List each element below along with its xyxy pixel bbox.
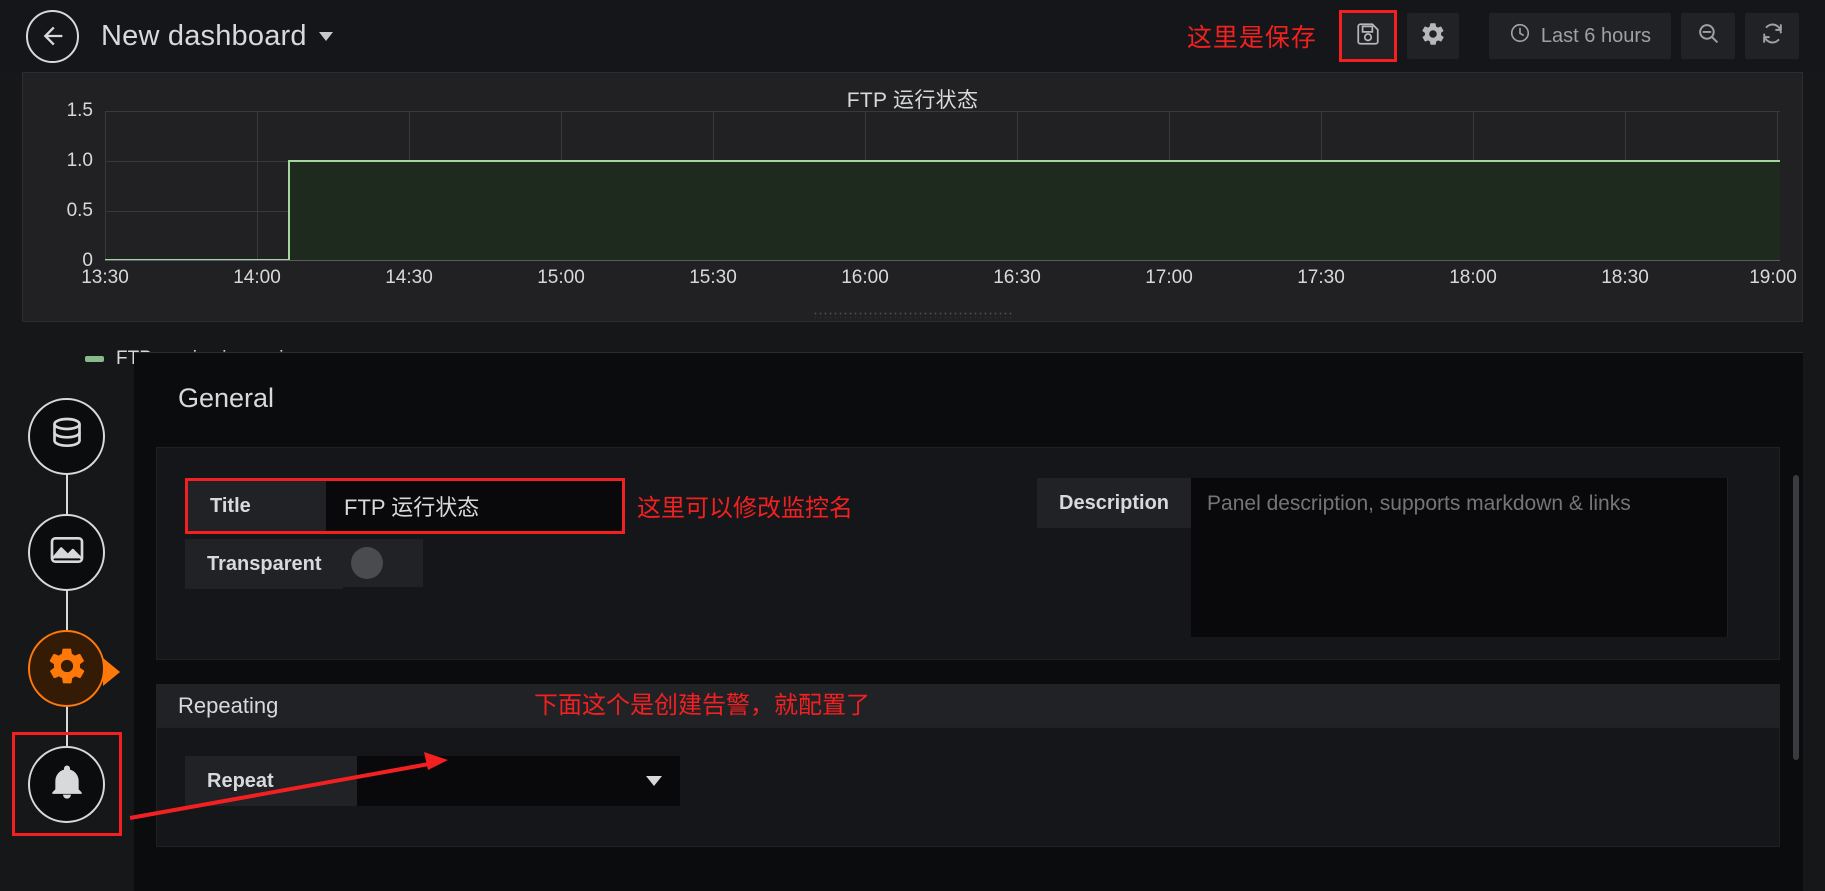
title-field-label: Title	[188, 481, 326, 531]
repeating-form-card: Repeat	[156, 727, 1780, 847]
dashboard-title[interactable]: New dashboard	[101, 20, 307, 53]
panel-resize-handle[interactable]	[812, 311, 1013, 318]
x-axis-labels: 13:30 14:00 14:30 15:00 15:30 16:00 16:3…	[81, 267, 1797, 293]
clock-icon	[1509, 22, 1531, 50]
transparent-field-row: Transparent	[185, 539, 424, 589]
graph-panel: FTP 运行状态 1.5 1.0 0.5 0 13:30 14:00 14:30…	[22, 72, 1804, 369]
general-section-title: General	[178, 383, 275, 413]
arrow-left-icon	[39, 22, 67, 50]
sidebar-item-queries[interactable]	[28, 398, 105, 475]
top-navbar: New dashboard 这里是保存 Last 6 hours	[0, 0, 1825, 72]
title-input[interactable]	[326, 481, 622, 531]
general-form-card: Title 这里可以修改监控名 Transparent Description	[156, 447, 1780, 660]
transparent-toggle[interactable]	[343, 539, 424, 587]
save-dashboard-button[interactable]	[1341, 13, 1394, 59]
x-tick-label: 19:00	[1749, 267, 1797, 288]
y-tick-label: 1.5	[66, 100, 93, 121]
description-textarea[interactable]	[1191, 478, 1729, 637]
sidebar-item-alert[interactable]	[28, 746, 105, 823]
back-button[interactable]	[26, 9, 79, 63]
panel-title[interactable]: FTP 运行状态	[23, 73, 1802, 114]
series-area-fill	[288, 160, 1780, 260]
description-field-label: Description	[1037, 478, 1192, 528]
x-tick-label: 16:30	[993, 267, 1041, 288]
chevron-down-icon[interactable]	[318, 31, 333, 41]
gridline-vertical	[257, 111, 258, 261]
transparent-field-label: Transparent	[185, 539, 344, 589]
chevron-down-icon	[646, 776, 662, 786]
x-tick-label: 17:00	[1145, 267, 1193, 288]
save-annotation-text: 这里是保存	[1186, 24, 1317, 52]
title-field-highlight: Title	[185, 478, 625, 534]
x-tick-label: 17:30	[1297, 267, 1345, 288]
database-icon	[47, 414, 87, 459]
x-tick-label: 15:30	[689, 267, 737, 288]
title-field-row: Title	[185, 478, 625, 534]
sidebar-item-visualization[interactable]	[28, 514, 105, 591]
description-field-row: Description	[1037, 478, 1729, 637]
gear-icon	[1420, 21, 1446, 52]
y-tick-label: 1.0	[66, 150, 93, 171]
y-axis-labels: 1.5 1.0 0.5 0	[23, 100, 101, 271]
x-tick-label: 18:00	[1449, 267, 1497, 288]
sidebar-item-general[interactable]	[28, 630, 105, 707]
bell-icon	[47, 762, 87, 807]
y-tick-label: 0.5	[66, 200, 93, 221]
plot-area: 1.5 1.0 0.5 0 13:30 14:00 14:30 15:00 15…	[23, 100, 1804, 293]
repeat-field-row: Repeat	[185, 756, 680, 806]
series-line	[288, 160, 1780, 162]
save-button-highlight	[1338, 10, 1397, 62]
title-annotation-text: 这里可以修改监控名	[637, 495, 853, 522]
zoom-out-button[interactable]	[1681, 13, 1735, 59]
panel-editor-pane: General Title 这里可以修改监控名 Transparent Desc…	[134, 352, 1803, 891]
gridline-vertical	[105, 111, 106, 261]
sidebar-active-pointer	[103, 658, 120, 686]
x-tick-label: 15:00	[537, 267, 585, 288]
x-tick-label: 14:00	[233, 267, 281, 288]
gear-icon	[46, 645, 88, 692]
x-axis-line	[105, 260, 1780, 261]
editor-sidebar	[0, 352, 134, 891]
refresh-icon	[1760, 21, 1785, 51]
gridline-horizontal	[105, 111, 1780, 112]
dashboard-settings-button[interactable]	[1406, 13, 1459, 59]
repeating-section-title: Repeating	[156, 684, 1780, 727]
x-tick-label: 18:30	[1601, 267, 1649, 288]
zoom-out-icon	[1696, 21, 1721, 51]
time-range-label: Last 6 hours	[1540, 24, 1651, 47]
toggle-knob[interactable]	[351, 547, 384, 579]
x-tick-label: 16:00	[841, 267, 889, 288]
repeat-field-label: Repeat	[185, 756, 357, 806]
time-range-picker[interactable]: Last 6 hours	[1488, 13, 1671, 59]
graph-image-icon	[47, 530, 87, 575]
x-tick-label: 13:30	[81, 267, 129, 288]
save-floppy-icon	[1355, 21, 1381, 52]
repeat-select[interactable]	[357, 756, 680, 806]
x-tick-label: 14:30	[385, 267, 433, 288]
repeating-annotation-text: 下面这个是创建告警，就配置了	[534, 692, 870, 719]
editor-scrollbar[interactable]	[1793, 475, 1799, 760]
refresh-button[interactable]	[1745, 13, 1799, 59]
series-rise-edge	[288, 160, 290, 260]
chart-grid	[105, 111, 1780, 261]
